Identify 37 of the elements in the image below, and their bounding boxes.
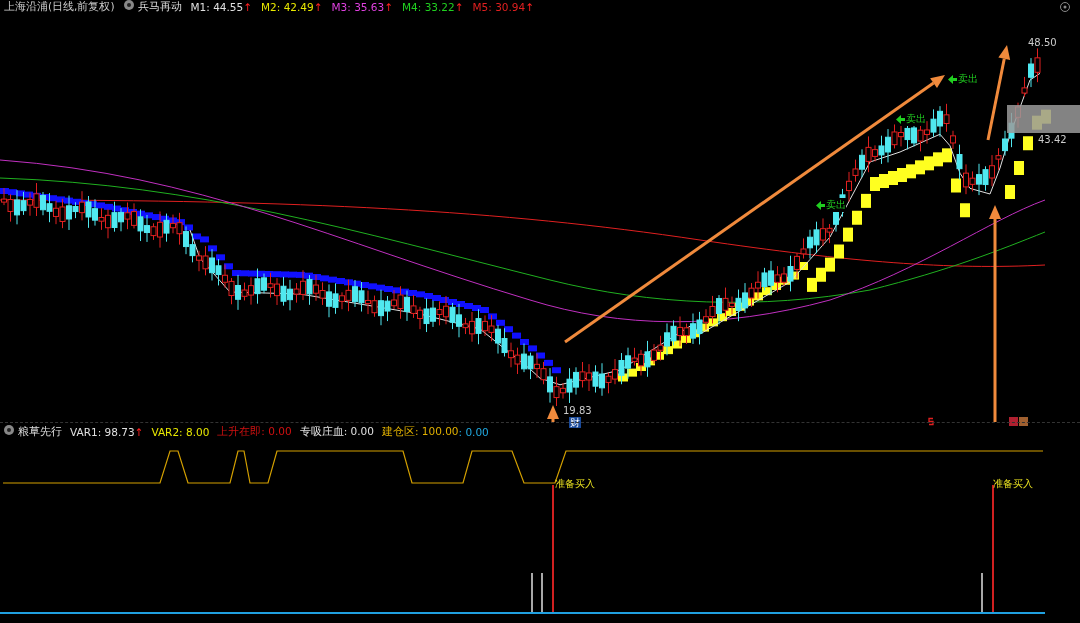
indicator-value: VAR1: 98.73	[70, 425, 135, 438]
buy-signal-label: 准备买入	[555, 478, 595, 490]
up-arrow: ↑	[134, 425, 144, 438]
up-arrow: ↑	[454, 1, 464, 13]
sell-signal-label: 卖出	[826, 198, 846, 212]
sell-signal-label: 卖出	[958, 72, 978, 86]
sell-signal-label: 卖出	[906, 112, 926, 126]
buy-signal-label: 准备买入	[993, 478, 1033, 490]
indicator-name[interactable]: 粮草先行	[18, 424, 62, 439]
indicator-value: M5: 30.94	[472, 1, 526, 13]
dollar-icon[interactable]	[928, 417, 934, 426]
left-arrow-icon	[948, 74, 957, 84]
left-arrow-icon	[816, 200, 825, 210]
indicator-value: 上升在即: 0.00	[217, 424, 292, 439]
high-price-label: 48.50	[1028, 37, 1057, 49]
up-arrow: ↑	[313, 1, 323, 13]
indicator-value: 建仓区: 100.00	[381, 424, 459, 439]
settings-icon[interactable]	[123, 0, 134, 10]
up-arrow: ↑	[384, 1, 394, 13]
indicator-value: M3: 35.63	[331, 1, 385, 13]
chart-title: 上海沿浦(日线,前复权)	[4, 0, 115, 14]
settings-icon[interactable]	[4, 424, 14, 435]
indicator-value: : 0.00	[458, 425, 489, 438]
settings-icon[interactable]	[1060, 2, 1070, 12]
close-price-label: 43.42	[1038, 134, 1067, 146]
indicator-value: M2: 42.49	[261, 1, 314, 13]
indicator-value: M4: 33.22	[402, 1, 455, 13]
event-icon[interactable]	[1009, 417, 1028, 426]
indicator-value: 专吸庄血: 0.00	[299, 424, 374, 439]
left-arrow-icon	[896, 114, 905, 124]
low-price-label: 19.83	[563, 405, 592, 417]
arrow	[547, 405, 559, 422]
indicator-value: VAR2: 8.00	[151, 425, 210, 438]
up-arrow: ↑	[525, 1, 535, 13]
indicator-value: M1: 44.55	[190, 1, 244, 13]
up-arrow: ↑	[243, 1, 253, 13]
indicator-name[interactable]: 兵马再动	[137, 0, 182, 14]
